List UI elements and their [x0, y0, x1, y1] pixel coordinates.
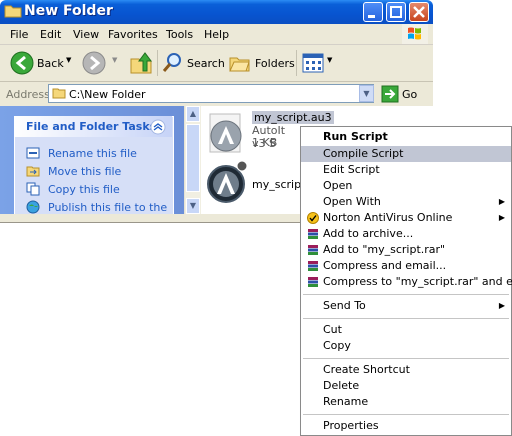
views-icon	[302, 53, 324, 73]
norton-icon	[307, 212, 319, 224]
file-name: my_script.au3	[252, 111, 334, 124]
menu-open[interactable]: Open	[301, 178, 511, 194]
menu-file[interactable]: File	[10, 28, 28, 41]
task-move-file[interactable]: Move this file	[48, 165, 121, 178]
menu-rename[interactable]: Rename	[301, 394, 511, 410]
submenu-arrow-icon: ▶	[498, 197, 505, 206]
menu-separator	[303, 358, 509, 359]
winrar-icon	[308, 277, 318, 287]
publish-web-icon	[26, 200, 40, 214]
submenu-arrow-icon: ▶	[498, 213, 505, 222]
context-menu: Run Script Compile Script Edit Script Op…	[300, 126, 512, 436]
search-icon	[162, 53, 181, 72]
folders-button[interactable]: Folders	[229, 51, 295, 75]
folder-icon	[52, 88, 66, 99]
winrar-icon	[308, 229, 318, 239]
folders-label: Folders	[255, 57, 295, 70]
menu-compress-email[interactable]: Compress and email...	[301, 258, 511, 274]
menu-edit-script[interactable]: Edit Script	[301, 162, 511, 178]
forward-dropdown-icon[interactable]: ▼	[112, 56, 117, 64]
menu-separator	[303, 414, 509, 415]
back-label: Back	[37, 57, 64, 70]
close-button[interactable]	[409, 2, 429, 22]
minimize-icon	[368, 15, 375, 18]
windows-logo-icon	[402, 24, 428, 44]
menu-send-to-label: Send To	[323, 299, 366, 312]
address-dropdown-icon[interactable]: ▼	[359, 85, 374, 102]
maximize-button[interactable]	[386, 2, 406, 22]
menu-copy[interactable]: Copy	[301, 338, 511, 354]
menu-create-shortcut[interactable]: Create Shortcut	[301, 362, 511, 378]
menu-send-to[interactable]: Send To ▶	[301, 298, 511, 314]
menu-compress-email-label: Compress and email...	[323, 259, 447, 272]
menu-help[interactable]: Help	[204, 28, 229, 41]
file-item-au3[interactable]: my_script.au3 AutoIt v3 S 1 KB	[204, 108, 334, 156]
minimize-button[interactable]	[363, 2, 383, 22]
menu-add-to-archive-label: Add to archive...	[323, 227, 414, 240]
toolbar-separator	[296, 50, 297, 76]
menu-add-to-rar-label: Add to "my_script.rar"	[323, 243, 446, 256]
task-copy-file[interactable]: Copy this file	[48, 183, 120, 196]
autoit-exe-icon	[207, 160, 248, 203]
toolbar-separator	[157, 50, 158, 76]
copy-icon	[26, 182, 40, 196]
window-title: New Folder	[24, 3, 113, 19]
menu-favorites[interactable]: Favorites	[108, 28, 158, 41]
menu-view[interactable]: View	[73, 28, 99, 41]
winrar-icon	[308, 261, 318, 271]
collapse-chevron-icon[interactable]	[150, 119, 166, 135]
menu-delete[interactable]: Delete	[301, 378, 511, 394]
forward-button[interactable]: ▼	[82, 51, 122, 75]
menu-compress-rar-email-label: Compress to "my_script.rar" and email	[323, 275, 512, 288]
scroll-down-icon[interactable]: ▼	[186, 198, 200, 214]
folder-icon	[4, 5, 22, 18]
menu-norton-label: Norton AntiVirus Online	[323, 211, 453, 224]
menu-properties[interactable]: Properties	[301, 418, 511, 434]
task-panel-title: File and Folder Tasks	[26, 120, 157, 133]
back-dropdown-icon[interactable]: ▼	[66, 56, 71, 64]
address-value: C:\New Folder	[69, 88, 146, 101]
menu-norton-antivirus[interactable]: Norton AntiVirus Online ▶	[301, 210, 511, 226]
menu-separator	[303, 318, 509, 319]
rename-icon	[26, 147, 40, 159]
file-item-exe[interactable]: my_script.e	[204, 160, 316, 208]
back-arrow-icon	[10, 51, 34, 75]
window-bottom-edge	[0, 214, 300, 223]
close-icon	[413, 6, 425, 18]
views-button[interactable]: ▼	[302, 51, 336, 75]
scroll-thumb[interactable]	[186, 124, 200, 192]
go-button[interactable]: Go	[381, 85, 431, 103]
go-label: Go	[402, 88, 418, 101]
menu-add-to-archive[interactable]: Add to archive...	[301, 226, 511, 242]
menu-add-to-rar[interactable]: Add to "my_script.rar"	[301, 242, 511, 258]
search-label: Search	[187, 57, 225, 70]
forward-arrow-icon	[82, 51, 106, 75]
file-size: 1 KB	[252, 136, 278, 149]
folder-up-icon[interactable]	[129, 51, 153, 75]
submenu-arrow-icon: ▶	[498, 301, 505, 310]
task-publish-file[interactable]: Publish this file to the	[48, 201, 167, 214]
views-dropdown-icon: ▼	[327, 56, 333, 64]
menu-compress-rar-email[interactable]: Compress to "my_script.rar" and email	[301, 274, 512, 290]
menu-open-with[interactable]: Open With ▶	[301, 194, 511, 210]
menu-separator	[303, 294, 509, 295]
menu-tools[interactable]: Tools	[166, 28, 193, 41]
menu-edit[interactable]: Edit	[40, 28, 61, 41]
go-arrow-icon	[381, 85, 399, 103]
winrar-icon	[308, 245, 318, 255]
move-icon	[26, 166, 40, 177]
menu-open-with-label: Open With	[323, 195, 381, 208]
task-rename-file[interactable]: Rename this file	[48, 147, 137, 160]
menu-compile-script[interactable]: Compile Script	[301, 146, 511, 162]
menu-cut[interactable]: Cut	[301, 322, 511, 338]
maximize-icon	[390, 6, 402, 18]
scroll-up-icon[interactable]: ▲	[186, 106, 200, 122]
address-label: Address	[6, 88, 50, 101]
search-button[interactable]: Search	[162, 51, 226, 75]
menu-run-script[interactable]: Run Script	[301, 129, 511, 145]
autoit-script-icon	[209, 113, 242, 153]
folders-icon	[229, 57, 250, 72]
